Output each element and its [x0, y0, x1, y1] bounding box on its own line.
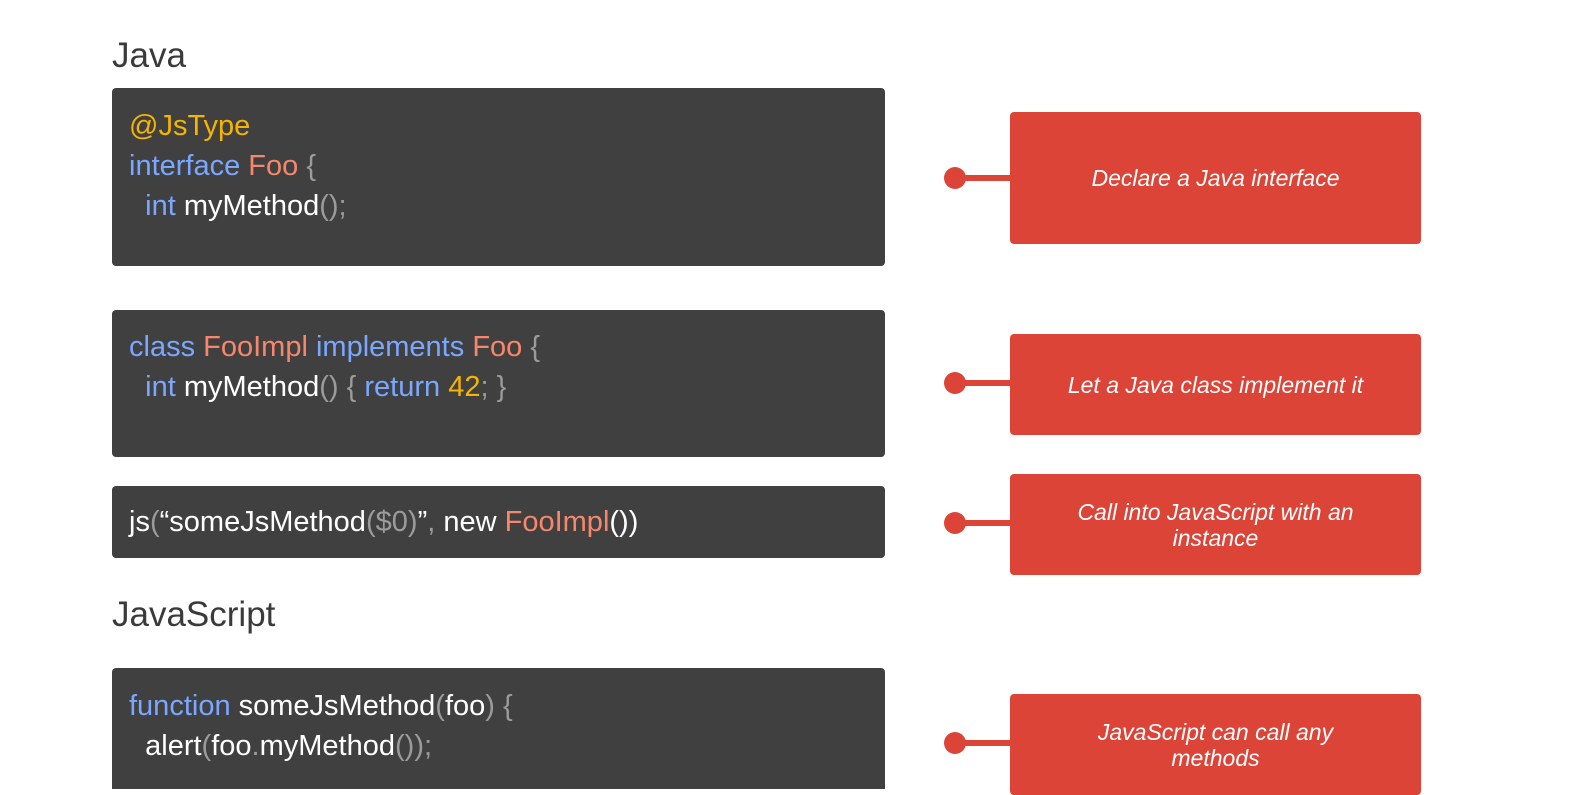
annotation-token: @JsType — [129, 110, 251, 142]
callout-connector — [944, 167, 1010, 189]
code-line: int myMethod(); — [129, 186, 885, 226]
callout-connector — [944, 372, 1010, 394]
punctuation-token: ) — [407, 506, 418, 538]
type-token: FooImpl — [203, 331, 308, 363]
type-token: Foo — [472, 331, 523, 363]
java-interface-code-block: @JsType interface Foo { int myMethod(); — [112, 88, 885, 266]
punctuation-token: ; — [424, 730, 433, 762]
identifier-token: myMethod — [259, 730, 395, 762]
type-token: Foo — [248, 150, 299, 182]
callout-text: Call into JavaScript with an instance — [1077, 498, 1354, 551]
callout-text: JavaScript can call any methods — [1097, 718, 1334, 771]
number-token: 42 — [448, 371, 481, 403]
callout-javascript-call-methods: JavaScript can call any methods — [1010, 694, 1421, 795]
punctuation-token: { — [530, 331, 541, 363]
punctuation-token: { — [503, 690, 513, 722]
keyword-token: interface — [129, 150, 241, 182]
keyword-token: implements — [315, 331, 465, 363]
callout-text: Let a Java class implement it — [1067, 371, 1364, 398]
identifier-token: foo — [211, 730, 252, 762]
callout-declare-interface: Declare a Java interface — [1010, 112, 1421, 244]
code-line: interface Foo { — [129, 146, 885, 186]
punctuation-token: } — [496, 371, 507, 403]
connector-dot — [944, 732, 966, 754]
punctuation-token: { — [346, 371, 357, 403]
identifier-token: () — [609, 506, 629, 538]
connector-dot — [944, 167, 966, 189]
punctuation-token: ( — [435, 690, 445, 722]
identifier-token: new — [443, 506, 497, 538]
punctuation-token: () — [319, 371, 339, 403]
punctuation-token: ) — [414, 730, 424, 762]
callout-call-javascript: Call into JavaScript with an instance — [1010, 474, 1421, 575]
java-heading: Java — [112, 36, 186, 75]
punctuation-token: ( — [201, 730, 212, 762]
callout-class-implement: Let a Java class implement it — [1010, 334, 1421, 435]
keyword-token: return — [364, 371, 441, 403]
punctuation-token: (); — [319, 190, 347, 222]
punctuation-token: ( — [365, 506, 376, 538]
js-call-code-block: js(“someJsMethod($0)”, new FooImpl()) — [112, 486, 885, 558]
identifier-token: alert — [145, 730, 202, 762]
callout-connector — [944, 512, 1010, 534]
punctuation-token: ( — [149, 506, 160, 538]
code-line: @JsType — [129, 106, 885, 146]
identifier-token: myMethod — [183, 371, 320, 403]
identifier-token: myMethod — [183, 190, 320, 222]
code-line: function someJsMethod(foo) { — [129, 686, 885, 726]
identifier-token: js — [129, 506, 150, 538]
identifier-token: foo — [444, 690, 486, 722]
punctuation-token: ; — [480, 371, 489, 403]
code-line: class FooImpl implements Foo { — [129, 327, 885, 367]
code-line: js(“someJsMethod($0)”, new FooImpl()) — [129, 502, 885, 542]
keyword-token: int — [145, 371, 176, 403]
keyword-token: function — [129, 690, 231, 722]
javascript-heading: JavaScript — [112, 595, 276, 634]
keyword-token: int — [145, 190, 176, 222]
javascript-function-code-block: function someJsMethod(foo) { alert(foo.m… — [112, 668, 885, 789]
code-line: int myMethod() { return 42; } — [129, 367, 885, 407]
string-token: ” — [417, 506, 428, 538]
punctuation-token: , — [427, 506, 436, 538]
java-class-code-block: class FooImpl implements Foo { int myMet… — [112, 310, 885, 457]
punctuation-token: . — [251, 730, 260, 762]
punctuation-token: () — [395, 730, 415, 762]
string-token: “ — [159, 506, 170, 538]
identifier-token: ) — [628, 506, 639, 538]
connector-dot — [944, 372, 966, 394]
callout-connector — [944, 732, 1010, 754]
punctuation-token: ) — [485, 690, 495, 722]
type-token: FooImpl — [504, 506, 610, 538]
string-token: someJsMethod — [169, 506, 366, 538]
punctuation-token: { — [306, 150, 317, 182]
code-line: alert(foo.myMethod()); — [129, 726, 885, 766]
connector-dot — [944, 512, 966, 534]
keyword-token: class — [129, 331, 196, 363]
punctuation-token: $0 — [375, 506, 408, 538]
callout-text: Declare a Java interface — [1091, 165, 1340, 191]
identifier-token: someJsMethod — [238, 690, 436, 722]
